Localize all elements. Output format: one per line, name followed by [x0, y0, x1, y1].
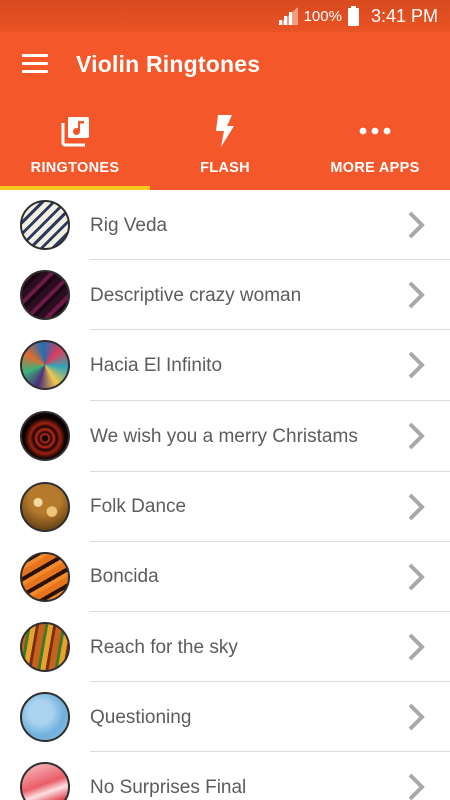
ringtone-title: We wish you a merry Christams: [90, 425, 358, 447]
ringtone-item[interactable]: We wish you a merry Christams: [0, 401, 450, 472]
ringtone-item[interactable]: Questioning: [0, 682, 450, 753]
signal-icon: [277, 7, 298, 25]
chevron-right-icon: [408, 281, 425, 309]
ringtone-list: Rig Veda Descriptive crazy woman Hacia E…: [0, 190, 450, 800]
battery-icon: [347, 6, 359, 26]
tab-flash[interactable]: FLASH: [150, 100, 300, 190]
battery-percent: 100%: [303, 7, 342, 25]
ringtone-thumbnail: [20, 481, 70, 532]
ringtone-thumbnail: [20, 692, 70, 743]
ringtone-title: Hacia El Infinito: [90, 354, 223, 376]
tab-more-apps-label: MORE APPS: [330, 160, 420, 176]
chevron-right-icon: [408, 422, 425, 450]
music-library-icon: [59, 114, 91, 148]
ringtone-item[interactable]: No Surprises Final: [0, 752, 450, 800]
ringtone-thumbnail: [20, 270, 70, 321]
ringtone-title: Descriptive crazy woman: [90, 284, 302, 306]
ringtone-title: Boncida: [90, 566, 159, 588]
ringtone-thumbnail: [20, 621, 70, 672]
ringtone-title: No Surprises Final: [90, 776, 247, 798]
tab-bar: RINGTONES FLASH MORE APPS: [0, 100, 450, 190]
ringtone-thumbnail: [20, 340, 70, 391]
chevron-right-icon: [408, 352, 425, 379]
chevron-right-icon: [408, 211, 425, 239]
chevron-right-icon: [408, 493, 425, 521]
ringtone-item[interactable]: Descriptive crazy woman: [0, 260, 450, 331]
ringtone-title: Folk Dance: [90, 496, 187, 518]
more-horizontal-icon: [359, 114, 391, 148]
ringtone-item[interactable]: Boncida: [0, 542, 450, 612]
ringtone-title: Questioning: [90, 706, 192, 728]
ringtone-title: Rig Veda: [90, 214, 168, 236]
chevron-right-icon: [408, 563, 425, 591]
tab-more-apps[interactable]: MORE APPS: [300, 100, 450, 190]
ringtone-thumbnail: [20, 551, 70, 602]
ringtone-item[interactable]: Rig Veda: [0, 190, 450, 261]
ringtone-item[interactable]: Reach for the sky: [0, 612, 450, 683]
chevron-right-icon: [408, 703, 425, 731]
ringtone-item[interactable]: Folk Dance: [0, 472, 450, 542]
ringtone-thumbnail: [20, 762, 70, 800]
ringtone-title: Reach for the sky: [90, 636, 238, 658]
hamburger-menu-icon[interactable]: [22, 54, 48, 76]
status-indicators: 100% 3:41 PM: [277, 0, 438, 32]
status-bar: 100% 3:41 PM: [0, 0, 450, 32]
flash-icon: [215, 114, 235, 148]
ringtone-thumbnail: [20, 410, 70, 461]
tab-ringtones[interactable]: RINGTONES: [0, 100, 150, 190]
tab-ringtones-label: RINGTONES: [30, 160, 120, 176]
chevron-right-icon: [408, 633, 425, 661]
chevron-right-icon: [408, 773, 425, 800]
app-bar: Violin Ringtones: [0, 32, 450, 100]
tab-flash-label: FLASH: [200, 160, 250, 176]
status-time: 3:41 PM: [370, 5, 438, 26]
ringtone-thumbnail: [20, 200, 70, 250]
app-title: Violin Ringtones: [76, 51, 261, 77]
ringtone-item[interactable]: Hacia El Infinito: [0, 330, 450, 401]
